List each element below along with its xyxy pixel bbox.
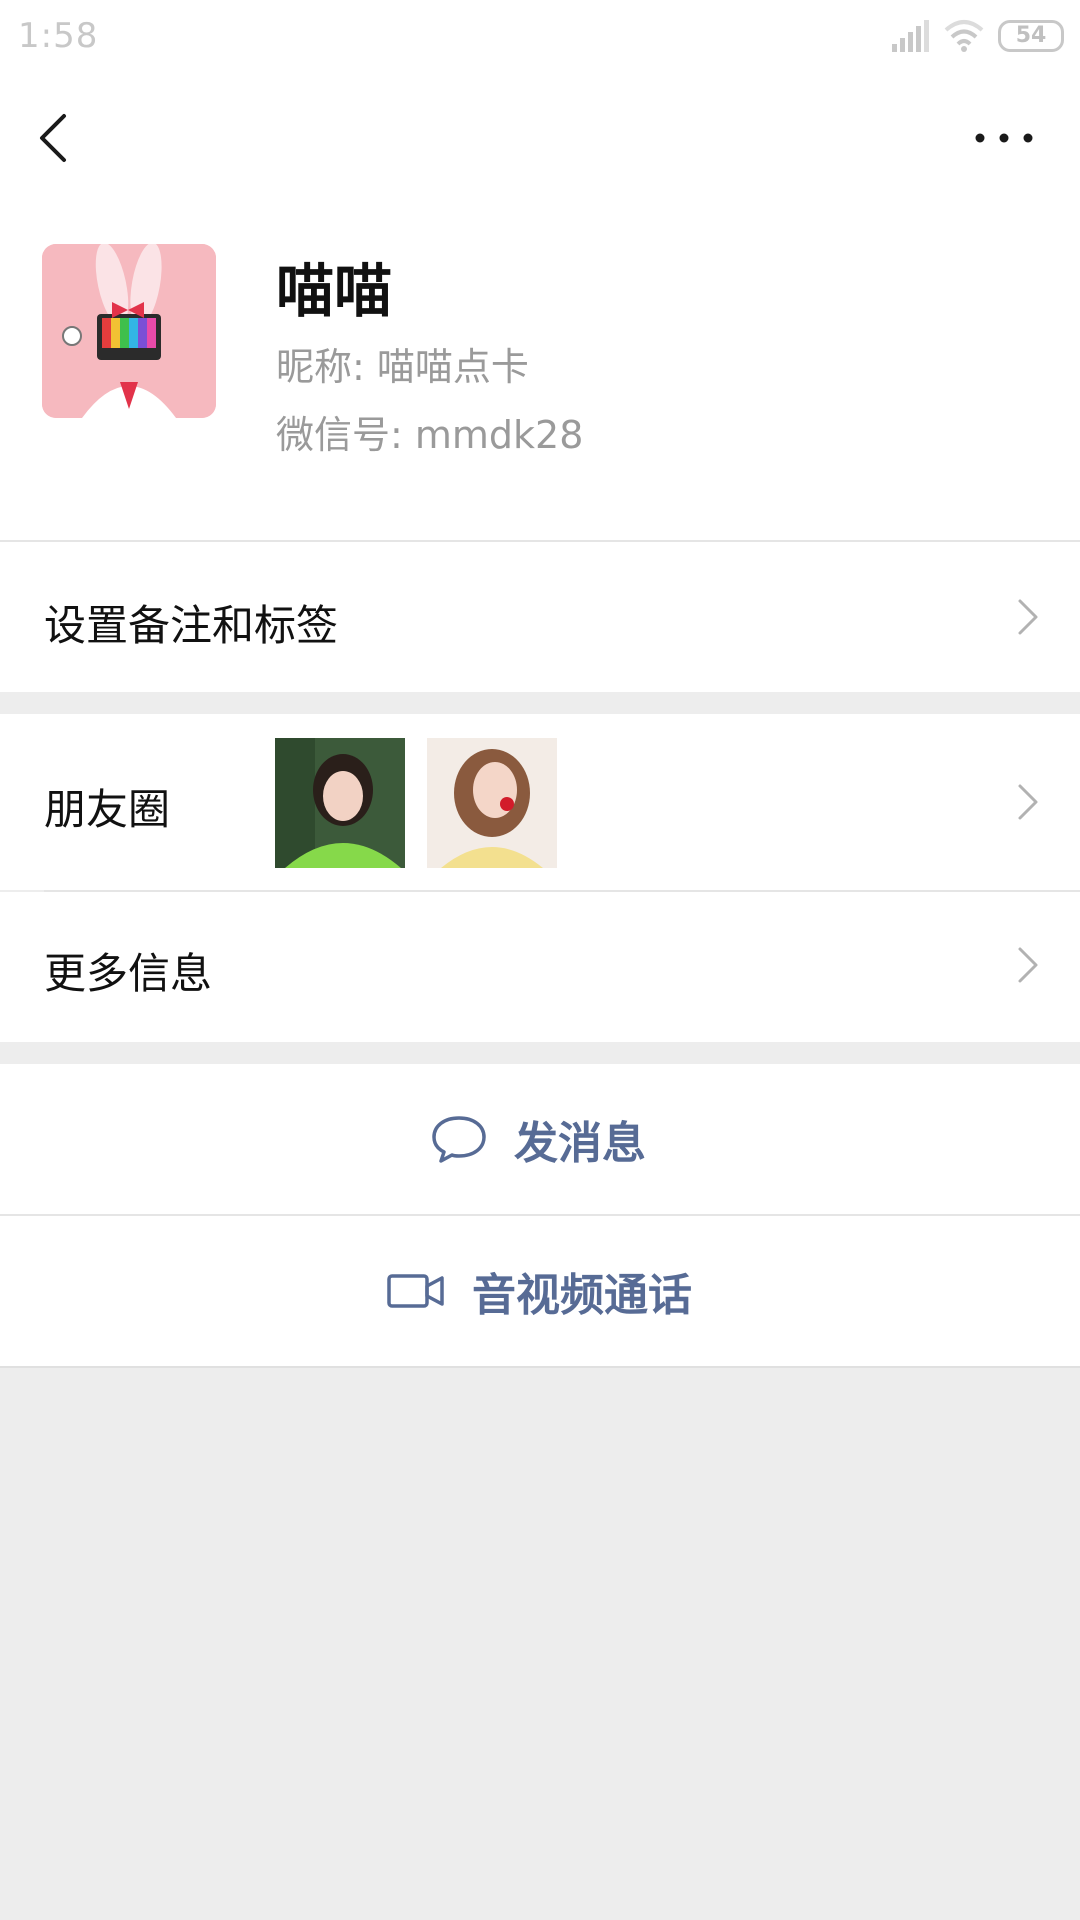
wechat-id-label: 微信号: mmdk28 — [276, 413, 584, 457]
chat-bubble-icon — [432, 1116, 486, 1163]
moments-photo-thumbnail — [427, 738, 557, 868]
more-info-row-label: 更多信息 — [44, 949, 213, 998]
moments-row-label: 朋友圈 — [44, 785, 171, 834]
video-call-button[interactable]: 音视频通话 — [0, 1216, 1080, 1366]
send-message-content: 发消息 — [430, 1064, 646, 1214]
remark-row-label: 设置备注和标签 — [44, 601, 339, 650]
video-call-label: 音视频通话 — [472, 1270, 692, 1321]
chevron-left-icon[interactable] — [28, 108, 88, 168]
chevron-right-icon — [1018, 947, 1038, 983]
chevron-right-icon — [1018, 784, 1038, 820]
status-time: 1:58 — [18, 16, 99, 56]
contact-name: 喵喵 — [276, 257, 393, 325]
signal-icon — [892, 20, 929, 52]
video-call-content: 音视频通话 — [386, 1216, 692, 1366]
battery-icon: 54 — [998, 20, 1064, 52]
more-info-row[interactable]: 更多信息 — [0, 892, 1080, 1042]
wifi-icon — [944, 20, 984, 52]
moments-row[interactable]: 朋友圈 — [0, 714, 1080, 890]
battery-level: 54 — [1015, 23, 1047, 48]
set-remark-tags-row[interactable]: 设置备注和标签 — [0, 542, 1080, 692]
nav-bar — [0, 90, 1080, 186]
avatar[interactable] — [42, 244, 216, 418]
contact-profile-screen: 1:58 54 喵喵 昵称: 喵喵点卡 微信号: mmdk28 设置备注和标签 … — [0, 0, 1080, 1920]
chevron-right-icon — [1018, 599, 1038, 635]
moments-photo-thumbnail — [275, 738, 405, 868]
send-message-label: 发消息 — [514, 1118, 646, 1169]
divider — [0, 1366, 1080, 1368]
nickname-label: 昵称: 喵喵点卡 — [276, 345, 529, 389]
video-camera-icon — [387, 1274, 444, 1308]
status-bar: 1:58 54 — [0, 0, 1080, 72]
send-message-button[interactable]: 发消息 — [0, 1064, 1080, 1214]
more-dots-icon[interactable] — [968, 108, 1040, 168]
profile-section: 喵喵 昵称: 喵喵点卡 微信号: mmdk28 — [0, 240, 1080, 460]
avatar-image — [42, 244, 216, 418]
